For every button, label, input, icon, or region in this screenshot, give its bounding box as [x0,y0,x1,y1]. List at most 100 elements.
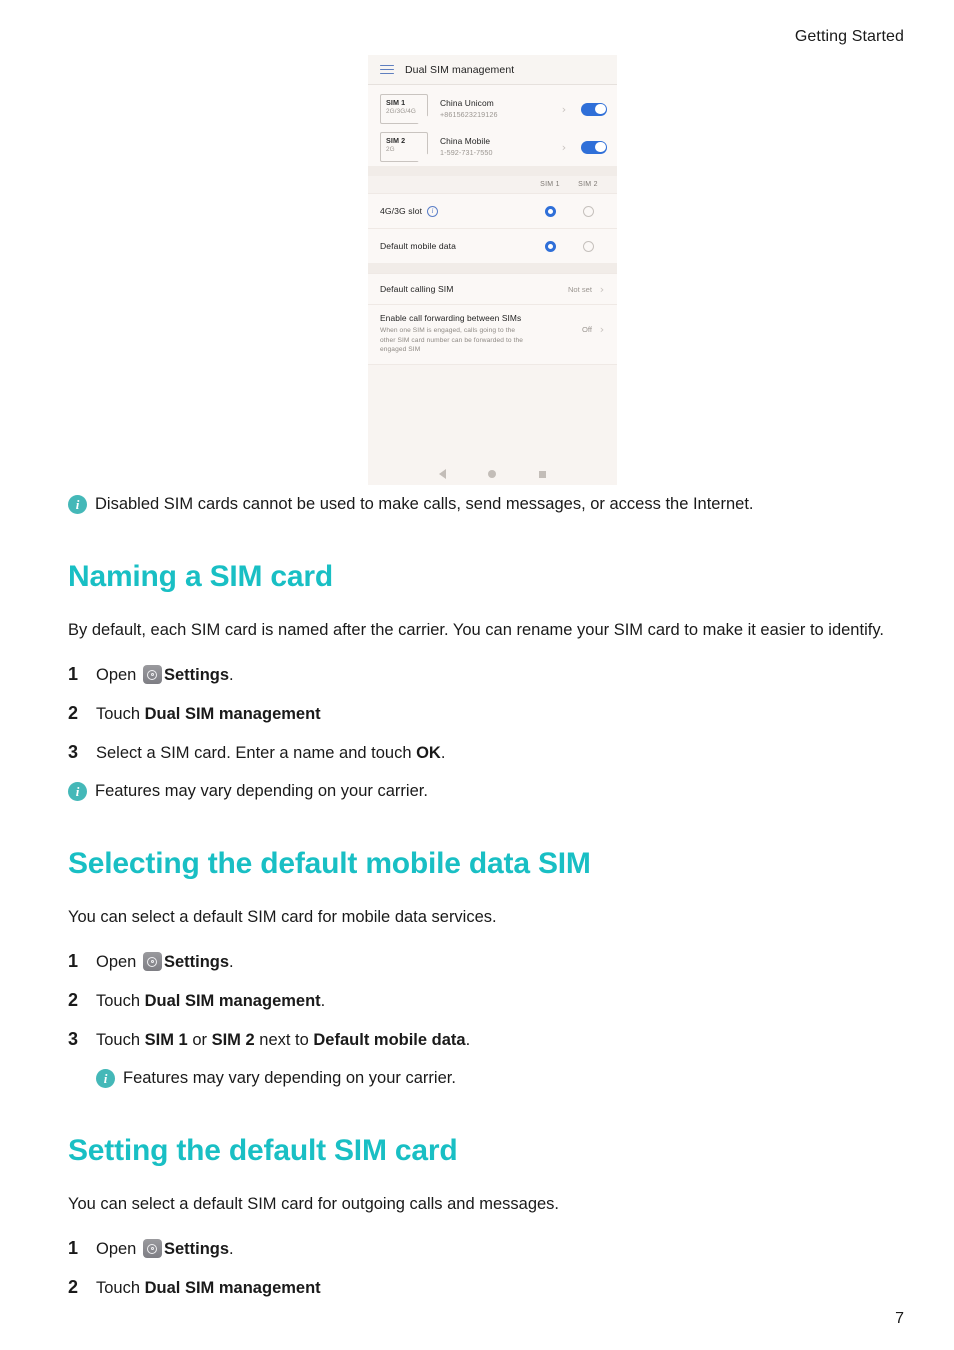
list-item: 1 Open Settings. [68,1236,886,1261]
column-header-sim1: SIM 1 [540,181,560,188]
radio-cell-sim2[interactable] [569,205,607,217]
setting-row-default-mobile-data[interactable]: Default mobile data [368,228,617,263]
step-number: 1 [68,951,79,971]
section-heading-selecting-default-mobile-data-sim: Selecting the default mobile data SIM [68,847,591,880]
info-icon: i [96,1069,115,1088]
info-note-text: Features may vary depending on your carr… [123,1069,456,1087]
step-text-bold: Dual SIM management [144,992,321,1010]
step-number: 1 [68,1238,79,1258]
step-text: Touch Dual SIM management [96,702,886,726]
section-intro: You can select a default SIM card for ou… [68,1195,560,1213]
settings-app-icon [142,1239,162,1258]
chevron-right-icon[interactable]: › [557,141,571,154]
step-text-bold: Settings [163,953,230,971]
chevron-right-icon[interactable]: › [595,323,609,336]
chevron-right-icon[interactable]: › [595,283,609,296]
document-content: i Disabled SIM cards cannot be used to m… [68,492,886,1314]
step-text-post: . [229,953,234,971]
running-head: Getting Started [794,28,904,45]
section-heading-setting-default-sim-card: Setting the default SIM card [68,1134,458,1167]
step-text-post: . [465,1031,471,1049]
sim-card-row[interactable]: SIM 2 2G China Mobile 1-592-731-7550 › [368,128,617,166]
info-icon[interactable]: i [427,205,439,217]
sim-carrier-name: China Unicom [440,98,494,108]
steps-list-selecting-default-mobile-data-sim: 1 Open Settings. 2 Touch Dual SIM manage… [68,949,886,1052]
sim-generations: 2G/3G/4G [386,108,416,115]
radio-cell-sim2[interactable] [569,240,607,252]
sim-enable-toggle[interactable] [581,140,607,154]
step-text: Touch Dual SIM management. [96,989,886,1013]
list-item: 3 Touch SIM 1 or SIM 2 next to Default m… [68,1027,886,1052]
hamburger-menu-icon[interactable] [380,62,394,77]
setting-row-call-forwarding[interactable]: Enable call forwarding between SIMs When… [368,304,617,364]
step-text: Open Settings. [96,950,886,974]
settings-app-icon [142,665,162,684]
info-icon: i [68,782,87,801]
step-text: Select a SIM card. Enter a name and touc… [96,741,886,765]
sim-slot-label: SIM 1 [386,98,406,107]
android-navigation-bar [368,469,617,479]
step-text-pre: Open [96,666,141,684]
call-forwarding-value-wrap[interactable]: Off › [582,312,609,336]
sim-enable-toggle[interactable] [581,102,607,116]
section-heading-naming-a-sim-card: Naming a SIM card [68,560,334,593]
radio-button-sim1[interactable] [544,240,556,252]
sim-card-list: SIM 1 2G/3G/4G China Unicom +86156232191… [368,85,617,166]
sim-carrier-name: China Mobile [440,136,491,146]
step-number: 2 [68,703,79,723]
step-number: 3 [68,1029,79,1049]
radio-cell-sim1[interactable] [531,205,569,217]
radio-button-sim2[interactable] [582,240,594,252]
step-text-post: . [229,666,234,684]
step-text-pre: Touch [96,705,145,723]
sim-card-info: China Unicom +8615623219126 [428,97,557,121]
radio-button-sim1[interactable] [544,205,556,217]
setting-label: 4G/3G slot [380,206,423,216]
step-text-pre: Touch [96,1031,145,1049]
list-item: 1 Open Settings. [68,662,886,687]
setting-label: Enable call forwarding between SIMs [380,313,522,323]
phone-appbar-title: Dual SIM management [405,63,515,76]
step-text: Touch Dual SIM management [96,1276,886,1300]
chevron-right-icon[interactable]: › [557,103,571,116]
section-divider [368,263,617,273]
sim-card-row[interactable]: SIM 1 2G/3G/4G China Unicom +86156232191… [368,90,617,128]
step-text-bold: OK [416,744,441,762]
list-item: 2 Touch Dual SIM management [68,701,886,726]
setting-label-wrap: Default mobile data [380,241,531,251]
back-nav-icon[interactable] [439,469,447,479]
page-number: 7 [895,1310,904,1327]
home-nav-icon[interactable] [488,470,497,478]
recents-nav-icon[interactable] [538,470,546,478]
section-divider [368,166,617,176]
step-text-pre: Touch [96,992,145,1010]
info-note-top: i Disabled SIM cards cannot be used to m… [68,492,886,516]
call-forwarding-text: Enable call forwarding between SIMs When… [380,312,582,355]
step-number: 2 [68,990,79,1010]
radio-cell-sim1[interactable] [531,240,569,252]
setting-label: Default calling SIM [380,284,454,294]
setting-value: Not set [567,284,592,294]
step-text-pre: Touch [96,1279,145,1297]
sim-column-headers: SIM 1 SIM 2 [368,176,617,193]
step-text: Open Settings. [96,1237,886,1261]
info-note-section-2: i Features may vary depending on your ca… [68,1066,886,1090]
setting-label-wrap: 4G/3G slot i [380,205,531,217]
step-text: Open Settings. [96,663,886,687]
step-text-pre: Open [96,1240,141,1258]
list-item: 1 Open Settings. [68,949,886,974]
step-text-pre: Select a SIM card. Enter a name and touc… [96,744,417,762]
radio-button-sim2[interactable] [582,205,594,217]
step-text-mid2: next to [254,1031,314,1049]
phone-appbar: Dual SIM management [368,55,617,85]
sim-phone-number: +8615623219126 [440,110,498,119]
section-intro: You can select a default SIM card for mo… [68,908,497,926]
sim-card-info: China Mobile 1-592-731-7550 [428,135,557,159]
setting-row-4g3g-slot[interactable]: 4G/3G slot i [368,193,617,228]
step-number: 3 [68,742,79,762]
setting-row-default-calling-sim[interactable]: Default calling SIM Not set › [368,273,617,304]
setting-value: Off [582,325,592,334]
step-text-bold: Settings [163,666,230,684]
setting-label: Default mobile data [380,241,456,251]
column-header-sim2: SIM 2 [578,181,598,188]
